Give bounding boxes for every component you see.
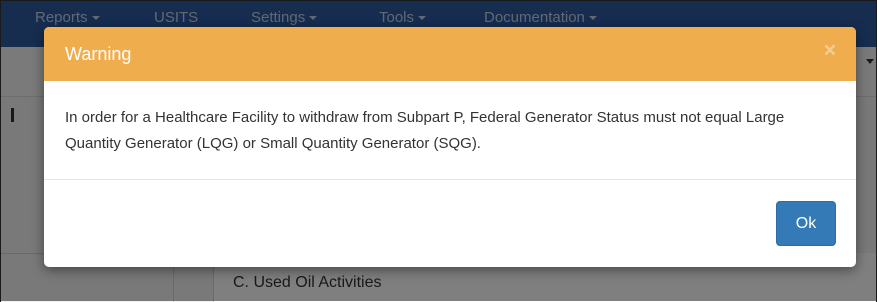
dialog-title: Warning bbox=[65, 44, 132, 64]
ok-button[interactable]: Ok bbox=[776, 201, 836, 246]
dialog-footer-divider bbox=[44, 179, 856, 180]
warning-dialog: Warning × In order for a Healthcare Faci… bbox=[44, 27, 856, 267]
dialog-header: Warning × bbox=[44, 27, 856, 81]
dialog-message: In order for a Healthcare Facility to wi… bbox=[65, 109, 785, 152]
close-icon[interactable]: × bbox=[824, 40, 836, 61]
